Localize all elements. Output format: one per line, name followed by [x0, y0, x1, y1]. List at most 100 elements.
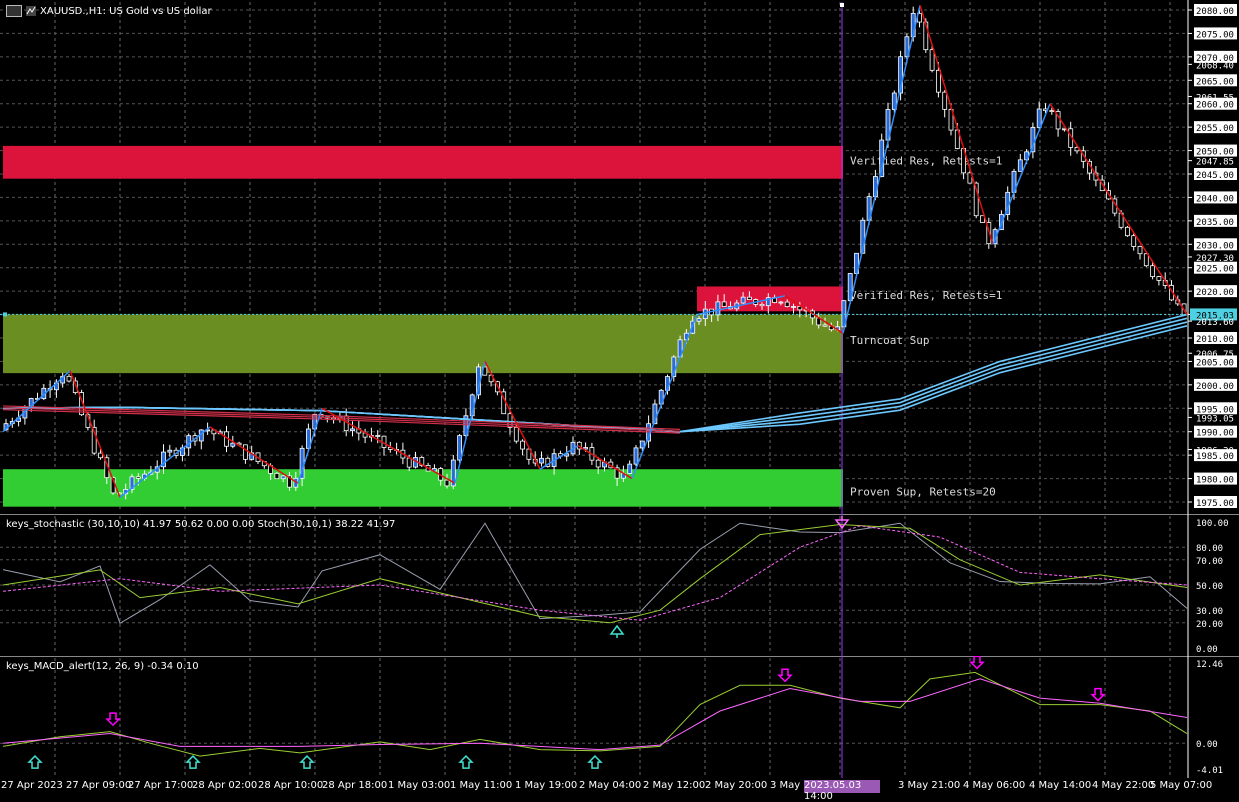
- stoch-axis-label: 100.00: [1196, 519, 1229, 529]
- candle-body: [350, 428, 355, 432]
- candle-body: [1049, 110, 1055, 112]
- candle-body: [66, 375, 72, 382]
- candle-body: [1143, 253, 1149, 267]
- price-label: 2035.00: [1196, 218, 1234, 228]
- price-label: 1975.00: [1196, 499, 1234, 509]
- price-label: 2020.00: [1196, 288, 1234, 298]
- stochastic-pane[interactable]: 100.00 80.00 70.00 50.00 30.00 20.00 0.00 keys…: [0, 514, 1239, 656]
- chart-header: XAUUSD.,H1: US Gold vs US dollar: [6, 4, 212, 18]
- macd-pane[interactable]: 12.46 0.00 -4.01 keys_MACD_alert(12, 26, 9…: [0, 656, 1239, 778]
- candle-body: [633, 447, 639, 465]
- candle-body: [98, 452, 103, 459]
- time-label: 3 May 21:00: [898, 780, 961, 791]
- price-label: 2013.60: [1196, 318, 1234, 328]
- zigzag-segment: [539, 445, 579, 470]
- sell-arrow-icon: [969, 656, 985, 670]
- stoch-axis-label: 0.00: [1196, 645, 1218, 655]
- time-label: 5 May 07:00: [1150, 780, 1213, 791]
- zigzag-segment: [1049, 103, 1188, 315]
- time-label: 4 May 22:00: [1092, 780, 1155, 791]
- time-label: 1 May 11:00: [450, 780, 513, 791]
- zigzag-segment: [992, 103, 1051, 245]
- candle-body: [513, 427, 519, 442]
- candle-body: [747, 296, 752, 300]
- price-label: 2005.00: [1196, 358, 1234, 368]
- resistance-zone-upper: [3, 145, 843, 179]
- price-label: 2025.00: [1196, 265, 1234, 275]
- candle-body: [375, 435, 381, 437]
- turncoat-zone: [3, 314, 843, 374]
- zigzag-segment: [2, 370, 71, 433]
- macd-axis-label: 0.00: [1196, 740, 1218, 750]
- stoch-axis-label: 30.00: [1196, 607, 1223, 617]
- time-axis: 27 Apr 2023 27 Apr 09:00 27 Apr 17:00 28 Ap…: [0, 778, 1239, 794]
- price-label: 1980.00: [1196, 476, 1234, 486]
- candle-body: [696, 318, 702, 322]
- price-label: 2050.00: [1196, 148, 1234, 158]
- price-label: 2030.00: [1196, 241, 1234, 251]
- zone-label: Verified Res, Retests=1: [850, 155, 1002, 168]
- stoch-k-line: [2, 524, 1188, 624]
- bid-line-handle: [3, 312, 7, 317]
- candle-body: [639, 440, 645, 449]
- time-label: 28 Apr 10:00: [258, 780, 324, 791]
- stoch-raw-line: [2, 522, 1188, 625]
- price-label: 1993.05: [1196, 414, 1234, 424]
- crosshair-handle: [840, 3, 844, 7]
- time-label: 3 May: [770, 780, 801, 791]
- candle-body: [1036, 108, 1042, 128]
- macd-canvas[interactable]: 12.46 0.00 -4.01: [0, 656, 1239, 778]
- time-label: 4 May 06:00: [963, 780, 1026, 791]
- candle-body: [274, 472, 280, 480]
- time-label: 1 May 19:00: [515, 780, 578, 791]
- candle-body: [822, 324, 828, 327]
- zone-label: Turncoat Sup: [850, 334, 929, 347]
- stochastic-title: keys_stochastic (30,10,10) 41.97 50.62 0…: [6, 519, 396, 530]
- candle-body: [1131, 235, 1137, 247]
- time-label: 2 May 04:00: [579, 780, 642, 791]
- chart-menu-icon[interactable]: [6, 5, 22, 17]
- candle-body: [595, 459, 601, 468]
- stoch-axis-label: 80.00: [1196, 544, 1223, 554]
- macd-title: keys_MACD_alert(12, 26, 9) -0.34 0.10: [6, 661, 199, 672]
- candle-body: [1125, 226, 1130, 237]
- price-label: 1985.00: [1196, 452, 1234, 462]
- buy-arrow-icon: [299, 755, 315, 769]
- price-label: 2047.85: [1196, 158, 1234, 168]
- time-label: 27 Apr 17:00: [128, 780, 194, 791]
- candle-body: [791, 306, 796, 308]
- buy-arrow-icon: [27, 755, 43, 769]
- symbol-title: XAUUSD.,H1: US Gold vs US dollar: [40, 5, 212, 17]
- sell-arrow-icon: [1090, 687, 1106, 702]
- candle-body: [507, 413, 513, 428]
- sell-arrow-icon: [105, 712, 121, 727]
- buy-arrow-icon: [609, 624, 625, 638]
- time-label: 2 May 20:00: [705, 780, 768, 791]
- candle-body: [721, 301, 727, 307]
- candle-body: [444, 479, 450, 487]
- price-label: 2075.00: [1196, 30, 1234, 40]
- time-crosshair-label: 2023.05.03 14:00: [804, 780, 880, 802]
- price-chart-canvas[interactable]: Verified Res, Retests=1 Verified Res, Ret…: [0, 0, 1239, 514]
- stochastic-canvas[interactable]: 100.00 80.00 70.00 50.00 30.00 20.00 0.00: [0, 514, 1239, 656]
- price-label: 2045.00: [1196, 171, 1234, 181]
- candle-body: [784, 301, 790, 307]
- price-label: 2040.00: [1196, 194, 1234, 204]
- stoch-axis-label: 50.00: [1196, 582, 1223, 592]
- candle-body: [167, 449, 173, 453]
- stoch-axis-label: 70.00: [1196, 557, 1223, 567]
- macd-axis-label: -4.01: [1196, 766, 1223, 776]
- red-average-line: [2, 409, 681, 434]
- candle-body: [520, 440, 525, 450]
- candle-body: [280, 475, 286, 480]
- candle-body: [778, 301, 784, 304]
- price-label: 2055.00: [1196, 124, 1234, 134]
- candle-body: [230, 442, 236, 447]
- candle-body: [929, 49, 935, 71]
- candle-body: [406, 457, 412, 468]
- price-chart-pane[interactable]: Verified Res, Retests=1 Verified Res, Ret…: [0, 0, 1239, 514]
- time-label: 27 Apr 09:00: [66, 780, 132, 791]
- indicator-icon[interactable]: [26, 6, 36, 16]
- price-label: 2065.00: [1196, 77, 1234, 87]
- zone-label: Proven Sup, Retests=20: [850, 485, 996, 498]
